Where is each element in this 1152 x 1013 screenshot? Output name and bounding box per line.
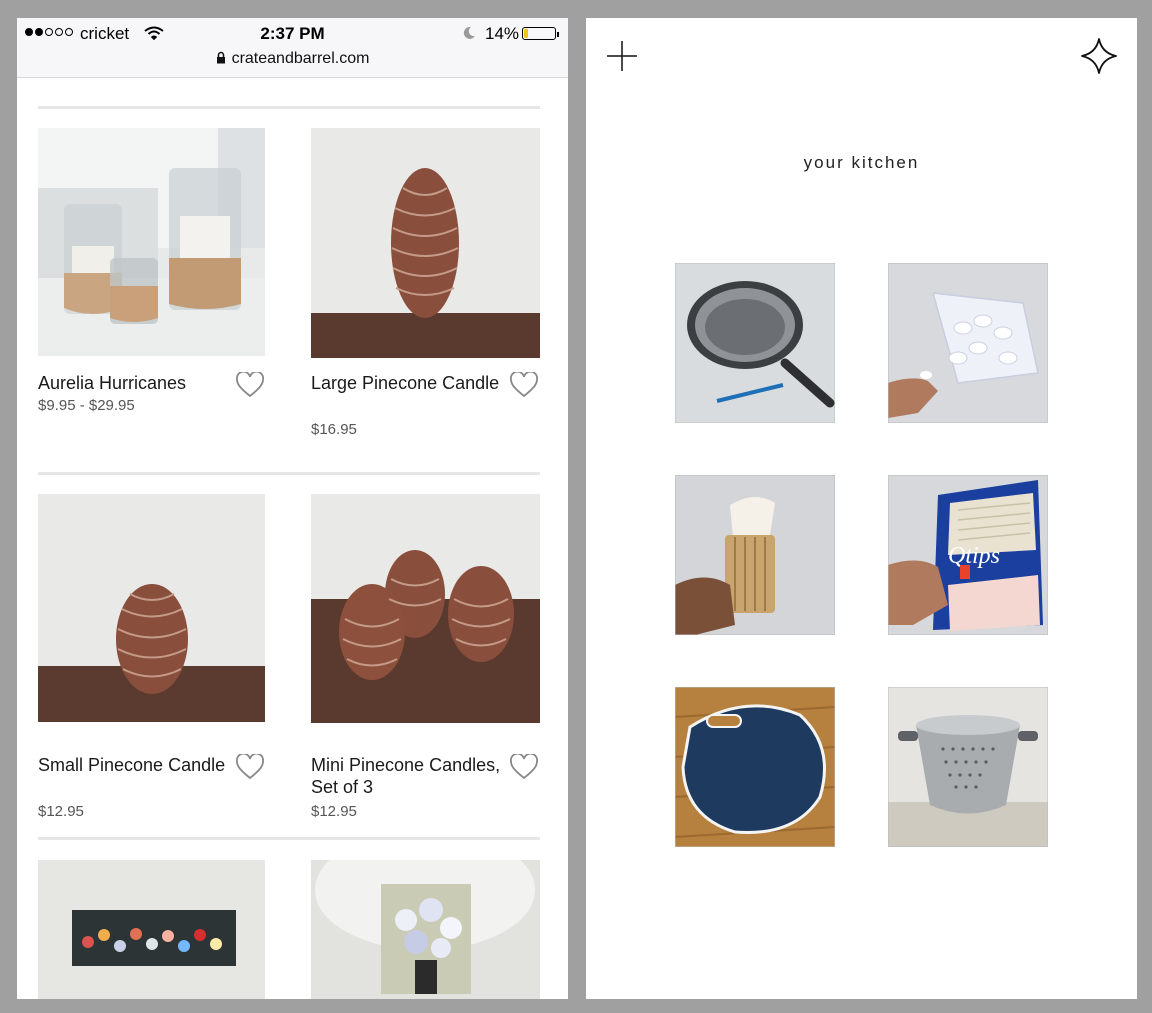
plus-icon[interactable] [606, 40, 638, 72]
heart-icon[interactable] [510, 754, 538, 780]
colander-photo[interactable] [888, 687, 1048, 847]
product-name[interactable]: Large Pinecone Candle [311, 372, 501, 394]
pastry-brush-photo[interactable] [675, 475, 835, 635]
product-name[interactable]: Mini Pinecone Candles, Set of 3 [311, 754, 501, 798]
url-bar[interactable]: crateandbarrel.com [17, 50, 568, 68]
product-image[interactable] [311, 860, 540, 999]
divider [38, 837, 540, 840]
page-title: your kitchen [803, 153, 920, 172]
blue-bag-photo[interactable] [675, 687, 835, 847]
product-image[interactable] [38, 494, 265, 722]
product-card[interactable]: Aurelia Hurricanes $9.95 - $29.95 [38, 128, 266, 448]
lock-icon [216, 51, 225, 64]
product-card[interactable]: Large Pinecone Candle $16.95 [311, 128, 540, 458]
product-image[interactable] [38, 860, 265, 999]
product-image[interactable] [311, 494, 540, 723]
battery-icon [522, 27, 556, 40]
product-image[interactable] [38, 128, 265, 356]
plastic-spoons-photo[interactable] [888, 263, 1048, 423]
product-card[interactable]: Mini Pinecone Candles, Set of 3 $12.95 [311, 494, 540, 824]
divider [38, 106, 540, 109]
heart-icon[interactable] [236, 754, 264, 780]
product-name[interactable]: Aurelia Hurricanes [38, 372, 228, 394]
shopping-screen: cricket 2:37 PM 14% crateandbarrel.com A… [17, 18, 568, 999]
sparkle-icon[interactable] [1080, 37, 1118, 75]
product-price: $12.95 [311, 803, 357, 820]
kitchen-screen: your kitchen Qtips [586, 18, 1137, 999]
product-image[interactable] [311, 128, 540, 358]
qtips-photo[interactable]: Qtips [888, 475, 1048, 635]
moon-icon [463, 26, 475, 39]
product-price: $9.95 - $29.95 [38, 397, 135, 414]
battery-percent: 14% [485, 24, 520, 43]
product-name[interactable]: Small Pinecone Candle [38, 754, 228, 776]
heart-icon[interactable] [236, 372, 264, 398]
product-price: $12.95 [38, 803, 84, 820]
url-text: crateandbarrel.com [231, 50, 370, 67]
divider [38, 472, 540, 475]
qtips-label: Qtips [948, 543, 1000, 569]
heart-icon[interactable] [510, 372, 538, 398]
frying-pan-photo[interactable] [675, 263, 835, 423]
product-price: $16.95 [311, 421, 357, 438]
status-bar: cricket 2:37 PM 14% crateandbarrel.com [17, 18, 568, 78]
product-card[interactable]: Small Pinecone Candle $12.95 [38, 494, 266, 820]
